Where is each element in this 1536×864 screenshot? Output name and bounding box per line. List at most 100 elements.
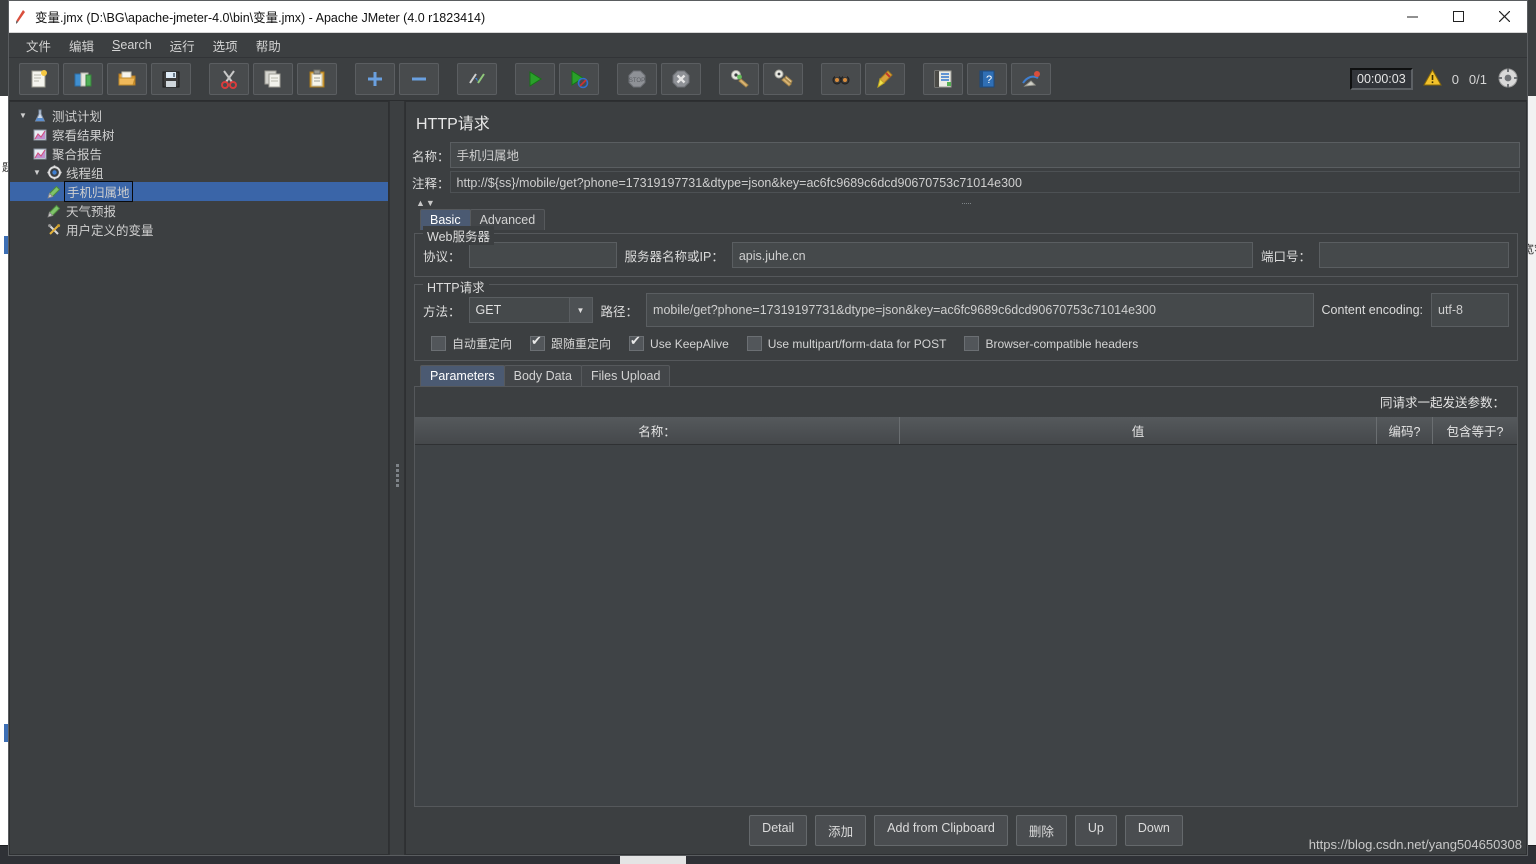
window-controls xyxy=(1389,1,1527,32)
tree-node-test-plan[interactable]: ▼ 测试计划 xyxy=(10,106,388,125)
minimize-button[interactable] xyxy=(1389,1,1435,32)
toolbar-clear-all[interactable] xyxy=(763,63,803,95)
toolbar-open[interactable] xyxy=(107,63,147,95)
jmeter-feather-icon xyxy=(9,9,33,25)
toolbar-reset-search[interactable] xyxy=(865,63,905,95)
tree-label-thread-group: 线程组 xyxy=(66,167,104,181)
warning-triangle-icon[interactable] xyxy=(1422,68,1442,89)
toolbar-templates[interactable] xyxy=(63,63,103,95)
tree-label-user-defined-variables: 用户定义的变量 xyxy=(66,224,154,238)
checkbox-follow-redirect[interactable]: 跟随重定向 xyxy=(530,333,611,352)
http-sampler-icon xyxy=(44,185,64,199)
toolbar-extra[interactable] xyxy=(1011,63,1051,95)
toolbar-help[interactable]: ? xyxy=(967,63,1007,95)
checkbox-use-multipart-box[interactable] xyxy=(746,336,762,351)
user-defined-variables-icon xyxy=(44,223,64,237)
name-field-row: 名称： 手机归属地 xyxy=(412,142,1520,168)
toolbar-start[interactable] xyxy=(515,63,555,95)
name-input[interactable]: 手机归属地 xyxy=(449,142,1520,168)
tree-node-view-results-tree[interactable]: 察看结果树 xyxy=(10,125,388,144)
tab-parameters[interactable]: Parameters xyxy=(420,365,505,386)
params-table-body[interactable] xyxy=(415,445,1517,806)
menubar: 文件 编辑 Search 运行 选项 帮助 xyxy=(9,33,1527,58)
toolbar-cut[interactable] xyxy=(209,63,249,95)
maximize-button[interactable] xyxy=(1435,1,1481,32)
tree-node-phone-location[interactable]: 手机归属地 xyxy=(10,181,388,202)
port-label: 端口号： xyxy=(1260,249,1311,264)
checkbox-use-multipart[interactable]: Use multipart/form-data for POST xyxy=(746,336,946,351)
button-detail[interactable]: Detail xyxy=(749,815,808,846)
test-plan-tree[interactable]: ▼ 测试计划 察看结果树 聚合报告 ▼ 线程组 手机归属地 天气预报 用户定义的… xyxy=(9,101,389,855)
checkbox-browser-compatible-headers[interactable]: Browser-compatible headers xyxy=(964,336,1138,351)
menu-run[interactable]: 运行 xyxy=(161,33,204,58)
pane-splitter[interactable] xyxy=(389,101,405,855)
params-table[interactable]: 同请求一起发送参数： 名称： 值 编码? 包含等于? xyxy=(414,386,1518,807)
column-header-value[interactable]: 值 xyxy=(900,417,1377,444)
toolbar-clear[interactable] xyxy=(719,63,759,95)
server-input[interactable]: apis.juhe.cn xyxy=(731,242,1253,268)
method-label: 方法： xyxy=(423,304,461,319)
menu-edit[interactable]: 编辑 xyxy=(60,33,103,58)
menu-search[interactable]: Search xyxy=(103,35,161,55)
toolbar-stop[interactable]: STOP xyxy=(617,63,657,95)
checkbox-use-keepalive-label: Use KeepAlive xyxy=(650,336,729,351)
close-button[interactable] xyxy=(1481,1,1527,32)
toolbar-start-no-pauses[interactable] xyxy=(559,63,599,95)
tree-node-weather-forecast[interactable]: 天气预报 xyxy=(10,201,388,220)
toolbar-copy[interactable] xyxy=(253,63,293,95)
toolbar-save[interactable] xyxy=(151,63,191,95)
checkbox-auto-redirect[interactable]: 自动重定向 xyxy=(431,335,512,352)
titlebar: 变量.jmx (D:\BG\apache-jmeter-4.0\bin\变量.j… xyxy=(9,1,1527,33)
web-server-row: 协议： 服务器名称或IP： apis.juhe.cn 端口号： xyxy=(423,242,1509,268)
toolbar-collapse-all[interactable] xyxy=(399,63,439,95)
button-delete[interactable]: 删除 xyxy=(1015,815,1067,846)
tree-label-weather-forecast: 天气预报 xyxy=(66,205,117,219)
menu-file[interactable]: 文件 xyxy=(17,33,60,58)
tree-node-aggregate-report[interactable]: 聚合报告 xyxy=(10,144,388,163)
tree-expand-arrow-thread-group[interactable]: ▼ xyxy=(30,168,44,177)
menu-options[interactable]: 选项 xyxy=(204,33,247,58)
tab-body-data[interactable]: Body Data xyxy=(503,365,582,386)
thread-gear-icon[interactable] xyxy=(1497,67,1519,92)
resize-handle-dots[interactable]: ····· xyxy=(961,198,972,208)
content-encoding-input[interactable]: utf-8 xyxy=(1431,293,1509,327)
collapse-toggle-icon[interactable]: ▲▼ xyxy=(416,198,436,208)
web-server-group: Web服务器 协议： 服务器名称或IP： apis.juhe.cn 端口号： xyxy=(414,226,1518,277)
toolbar-expand-all[interactable] xyxy=(355,63,395,95)
toolbar-function-helper[interactable] xyxy=(923,63,963,95)
splitter-grip[interactable] xyxy=(395,464,399,492)
checkbox-auto-redirect-box[interactable] xyxy=(431,336,446,351)
tab-files-upload[interactable]: Files Upload xyxy=(580,365,671,386)
button-add-from-clipboard[interactable]: Add from Clipboard xyxy=(874,815,1008,846)
svg-text:?: ? xyxy=(986,74,992,86)
view-results-tree-icon xyxy=(30,128,50,142)
toolbar-shutdown[interactable] xyxy=(661,63,701,95)
button-add[interactable]: 添加 xyxy=(815,815,867,846)
checkbox-follow-redirect-box[interactable] xyxy=(530,333,546,351)
method-select[interactable]: GET ▼ xyxy=(468,297,593,323)
protocol-input[interactable] xyxy=(468,242,617,268)
path-input[interactable]: mobile/get?phone=17319197731&dtype=json&… xyxy=(646,293,1314,327)
comment-input[interactable]: http://${ss}/mobile/get?phone=1731919773… xyxy=(449,171,1520,193)
checkbox-browser-compatible-headers-box[interactable] xyxy=(964,336,980,351)
tree-node-user-defined-variables[interactable]: 用户定义的变量 xyxy=(10,220,388,239)
column-header-encode[interactable]: 编码? xyxy=(1377,417,1433,444)
toolbar-search[interactable] xyxy=(821,63,861,95)
column-header-name[interactable]: 名称： xyxy=(415,417,900,444)
button-down[interactable]: Down xyxy=(1124,815,1183,846)
chevron-down-icon[interactable]: ▼ xyxy=(568,298,592,322)
toolbar-paste[interactable] xyxy=(297,63,337,95)
toolbar-new[interactable] xyxy=(19,63,59,95)
menu-help[interactable]: 帮助 xyxy=(247,33,290,58)
port-input[interactable] xyxy=(1319,242,1509,268)
button-up[interactable]: Up xyxy=(1074,815,1117,846)
toolbar-toggle[interactable] xyxy=(457,63,497,95)
tree-expand-arrow-test-plan[interactable]: ▼ xyxy=(16,111,30,120)
checkbox-use-keepalive-box[interactable] xyxy=(629,333,645,351)
column-header-include-equals[interactable]: 包含等于? xyxy=(1433,417,1517,444)
tree-label-test-plan: 测试计划 xyxy=(52,110,103,124)
checkbox-auto-redirect-label: 自动重定向 xyxy=(452,337,513,351)
tree-node-thread-group[interactable]: ▼ 线程组 xyxy=(10,163,388,182)
checkbox-use-keepalive[interactable]: Use KeepAlive xyxy=(629,333,729,351)
tree-label-view-results-tree: 察看结果树 xyxy=(52,129,115,143)
